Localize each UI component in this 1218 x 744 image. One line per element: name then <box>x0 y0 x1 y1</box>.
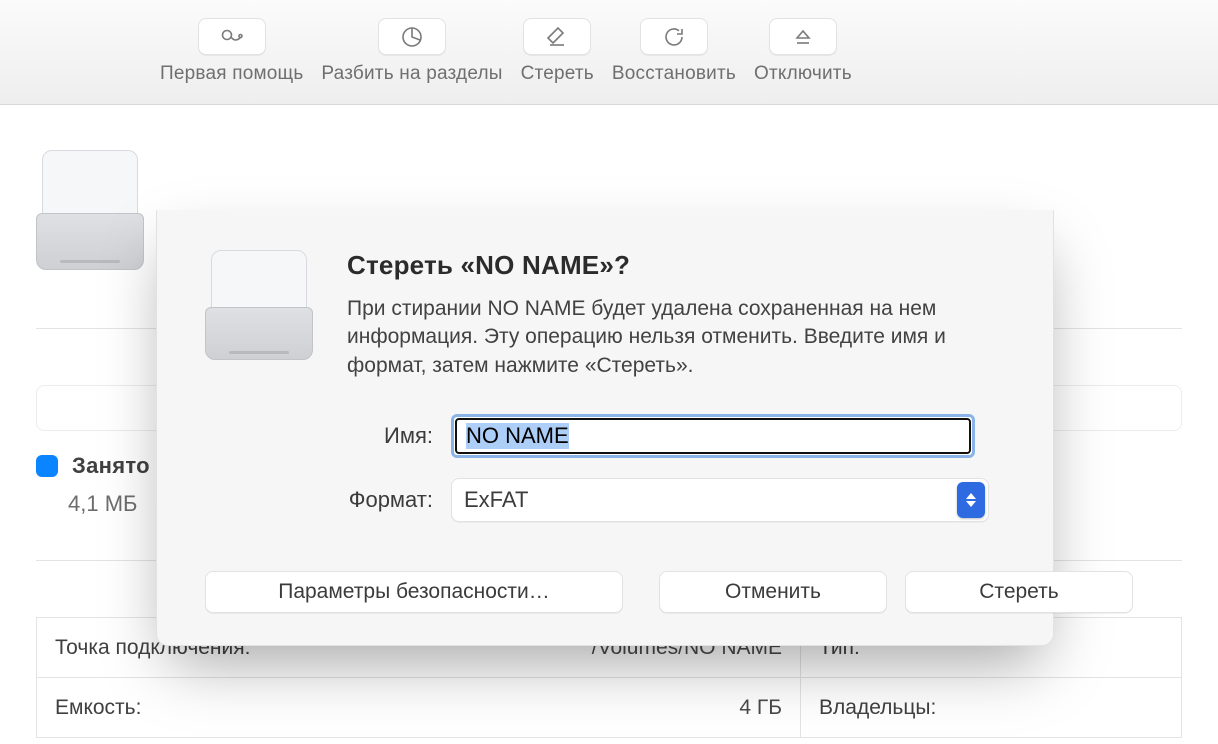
erase-dialog: Стереть «NO NAME»? При стирании NO NAME … <box>156 210 1054 646</box>
partition-icon <box>378 18 446 55</box>
chevron-up-down-icon <box>957 482 985 518</box>
owners-label: Владельцы: <box>819 696 1163 720</box>
toolbar-restore[interactable]: Восстановить <box>612 18 736 85</box>
security-options-button[interactable]: Параметры безопасности… <box>205 571 623 613</box>
toolbar-partition[interactable]: Разбить на разделы <box>321 18 502 85</box>
dialog-drive-icon <box>205 250 313 360</box>
capacity-value: 4 ГБ <box>739 696 782 720</box>
dialog-description: При стирании NO NAME будет удалена сохра… <box>347 295 987 380</box>
name-label: Имя: <box>205 423 433 449</box>
toolbar-partition-label: Разбить на разделы <box>321 63 502 85</box>
used-color-swatch <box>36 455 58 477</box>
erase-button[interactable]: Стереть <box>905 571 1133 613</box>
used-label: Занято <box>72 453 150 479</box>
used-value: 4,1 МБ <box>68 491 137 517</box>
format-selected-value: ExFAT <box>464 487 528 513</box>
dialog-title: Стереть «NO NAME»? <box>347 250 987 281</box>
capacity-label: Емкость: <box>55 696 739 720</box>
first-aid-icon <box>198 18 266 55</box>
name-input[interactable] <box>455 418 971 454</box>
format-label: Формат: <box>205 487 433 513</box>
security-options-label: Параметры безопасности… <box>278 580 550 604</box>
cancel-button[interactable]: Отменить <box>659 571 887 613</box>
usage-legend: Занято <box>36 453 150 479</box>
toolbar-unmount[interactable]: Отключить <box>754 18 852 85</box>
format-select[interactable]: ExFAT <box>451 478 989 522</box>
toolbar-restore-label: Восстановить <box>612 63 736 85</box>
erase-label: Стереть <box>979 580 1058 604</box>
erase-icon <box>523 18 591 55</box>
toolbar-erase-label: Стереть <box>521 63 594 85</box>
content-area: Занято 4,1 МБ Точка подключения: /Volume… <box>0 105 1218 744</box>
toolbar-first-aid[interactable]: Первая помощь <box>160 18 303 85</box>
restore-icon <box>640 18 708 55</box>
volume-icon <box>36 150 144 270</box>
toolbar: Первая помощь Разбить на разделы Стереть… <box>0 0 1218 105</box>
unmount-icon <box>769 18 837 55</box>
toolbar-first-aid-label: Первая помощь <box>160 63 303 85</box>
toolbar-unmount-label: Отключить <box>754 63 852 85</box>
cancel-label: Отменить <box>725 580 821 604</box>
toolbar-erase[interactable]: Стереть <box>521 18 594 85</box>
